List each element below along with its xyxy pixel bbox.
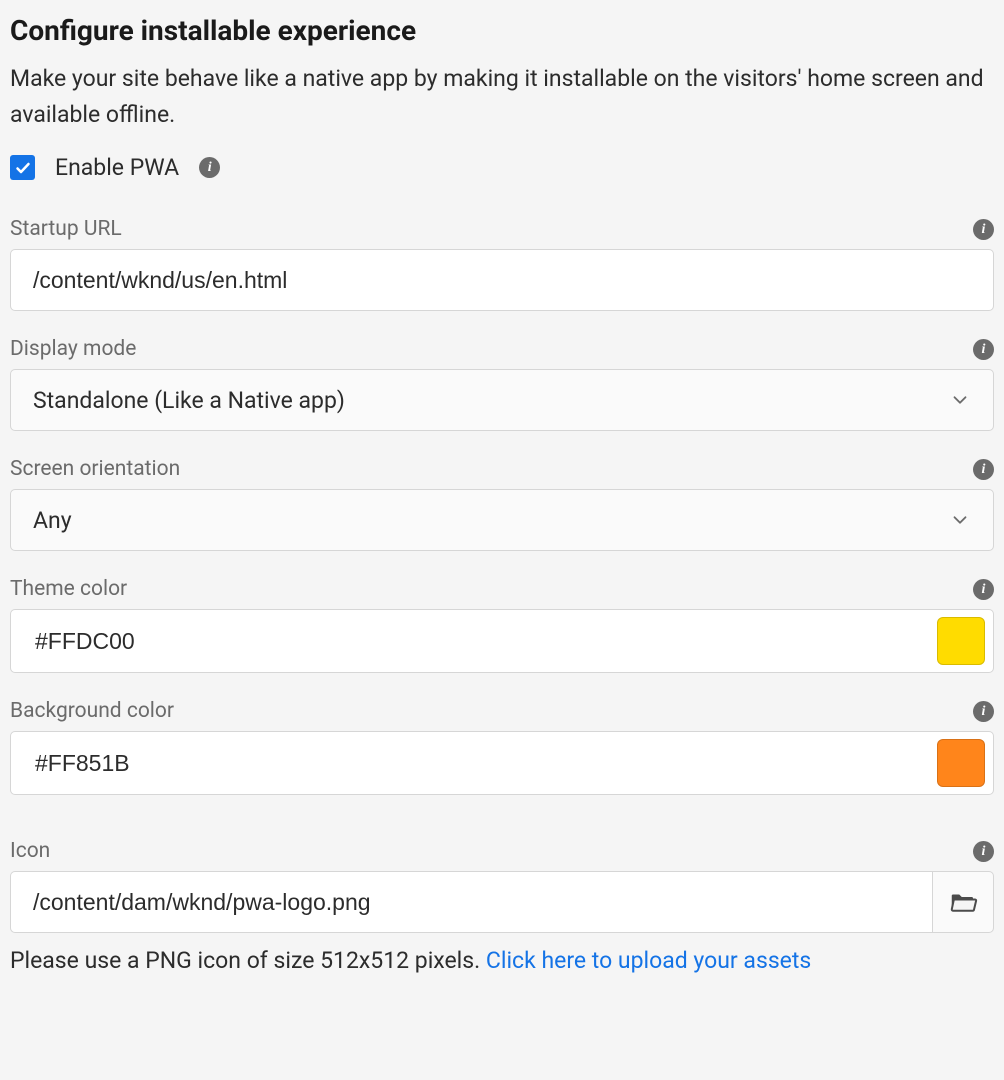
theme-color-label: Theme color [10, 577, 127, 601]
icon-helper-prefix: Please use a PNG icon of size 512x512 pi… [10, 947, 486, 974]
checkmark-icon [15, 160, 31, 176]
info-icon[interactable]: i [973, 701, 994, 722]
section-description: Make your site behave like a native app … [10, 61, 994, 132]
startup-url-input[interactable] [10, 249, 994, 311]
screen-orientation-value: Any [33, 507, 949, 534]
chevron-down-icon [949, 389, 971, 411]
info-icon[interactable]: i [973, 459, 994, 480]
enable-pwa-checkbox[interactable] [10, 155, 35, 180]
icon-path-input[interactable] [10, 871, 932, 933]
info-icon[interactable]: i [973, 579, 994, 600]
info-icon[interactable]: i [973, 219, 994, 240]
screen-orientation-label: Screen orientation [10, 457, 180, 481]
folder-open-icon [948, 887, 978, 917]
info-icon[interactable]: i [973, 339, 994, 360]
enable-pwa-label: Enable PWA [55, 154, 179, 181]
background-color-input[interactable] [33, 749, 937, 778]
info-icon[interactable]: i [973, 841, 994, 862]
display-mode-label: Display mode [10, 337, 136, 361]
background-color-label: Background color [10, 699, 174, 723]
theme-color-input[interactable] [33, 627, 937, 656]
info-icon[interactable]: i [199, 157, 220, 178]
upload-assets-link[interactable]: Click here to upload your assets [486, 947, 811, 974]
display-mode-select[interactable]: Standalone (Like a Native app) [10, 369, 994, 431]
icon-helper-text: Please use a PNG icon of size 512x512 pi… [10, 947, 994, 974]
startup-url-label: Startup URL [10, 217, 122, 241]
browse-button[interactable] [932, 871, 994, 933]
icon-label: Icon [10, 839, 50, 863]
background-color-swatch[interactable] [937, 739, 985, 787]
theme-color-swatch[interactable] [937, 617, 985, 665]
chevron-down-icon [949, 509, 971, 531]
section-title: Configure installable experience [10, 14, 994, 47]
screen-orientation-select[interactable]: Any [10, 489, 994, 551]
display-mode-value: Standalone (Like a Native app) [33, 387, 949, 414]
